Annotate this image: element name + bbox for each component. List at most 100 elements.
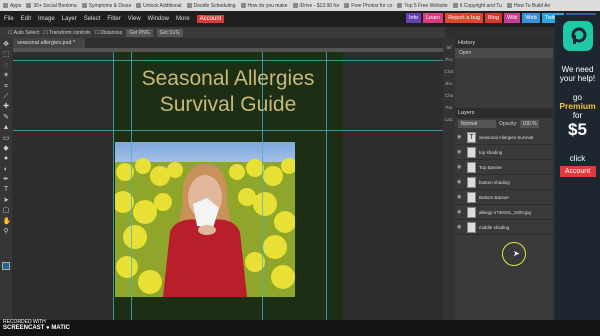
paragraph-panel-toggle[interactable]: Par xyxy=(443,105,455,110)
social-link-web[interactable]: Web xyxy=(522,13,540,23)
menu-view[interactable]: View xyxy=(128,16,141,22)
type-tool-icon[interactable]: T xyxy=(3,186,10,193)
hand-tool-icon[interactable]: ✋ xyxy=(3,218,12,225)
bookmark-item[interactable]: Apps xyxy=(3,3,21,9)
bookmark-item[interactable]: iDrive - $13.90 for xyxy=(292,3,339,9)
character-panel-toggle[interactable]: Cha xyxy=(443,93,455,98)
layer-comps-panel-toggle[interactable]: LaC xyxy=(443,117,455,122)
menu-filter[interactable]: Filter xyxy=(107,16,120,22)
bookmark-favicon-icon xyxy=(186,3,192,8)
layer-row[interactable]: ◉ Top Banner xyxy=(455,160,553,175)
brush-panel-toggle[interactable]: Bru xyxy=(443,81,455,86)
info-panel-toggle[interactable]: Inf xyxy=(443,45,455,50)
menu-account[interactable]: Account xyxy=(196,15,225,23)
eyedropper-tool-icon[interactable]: ⟋ xyxy=(3,93,10,100)
eraser-tool-icon[interactable]: ▭ xyxy=(3,135,10,142)
canvas-title-text: Seasonal Allergies Survival Guide xyxy=(113,66,343,118)
bookmark-item[interactable]: Unlock Additional xyxy=(136,3,182,9)
layer-thumbnail xyxy=(467,161,476,173)
layer-name: allergy-1738191_1920.jpg xyxy=(479,209,532,215)
layer-row[interactable]: ◉ allergy-1738191_1920.jpg xyxy=(455,205,553,220)
auto-select-checkbox[interactable]: ☐ Auto Select xyxy=(8,30,39,36)
eye-icon[interactable]: ◉ xyxy=(457,194,464,200)
social-link-report-a-bug[interactable]: Report a bug xyxy=(445,13,484,23)
document-tab-label: seasonal allergies.psd * xyxy=(17,40,76,46)
eye-icon[interactable]: ◉ xyxy=(457,164,464,170)
guide-line xyxy=(262,52,263,334)
bookmark-item[interactable]: How do you make xyxy=(240,3,288,9)
eye-icon[interactable]: ◉ xyxy=(457,134,464,140)
crop-tool-icon[interactable]: ⌗ xyxy=(3,83,10,90)
layer-row[interactable]: ◉ Bottom Banner xyxy=(455,190,553,205)
ad-click-text: click xyxy=(569,154,586,163)
opacity-input[interactable]: 100 % xyxy=(520,120,539,128)
ad-account-button[interactable]: Account xyxy=(559,166,596,177)
layer-thumbnail xyxy=(467,206,476,218)
opacity-label: Opacity: xyxy=(499,121,518,127)
ad-price: $5 xyxy=(568,120,587,139)
foreground-color-swatch[interactable] xyxy=(2,262,10,270)
social-link-learn[interactable]: Learn xyxy=(423,13,444,23)
bookmark-item[interactable]: 30+ Social Bookma xyxy=(26,3,77,9)
layer-row[interactable]: ◉ bottom shading xyxy=(455,175,553,190)
menu-image[interactable]: Image xyxy=(38,16,55,22)
path-select-tool-icon[interactable]: ➤ xyxy=(3,197,10,204)
ad-premium-text: Premium xyxy=(559,101,596,111)
history-panel-header[interactable]: History xyxy=(455,38,553,48)
brush-tool-icon[interactable]: ✎ xyxy=(3,114,10,121)
bookmark-item[interactable]: Free Photos for co xyxy=(344,3,392,9)
blend-mode-select[interactable]: Normal xyxy=(458,120,496,128)
bucket-tool-icon[interactable]: ◆ xyxy=(3,145,10,152)
shape-tool-icon[interactable]: ▢ xyxy=(3,207,10,214)
bookmark-item[interactable]: 6 Copyright and Tu xyxy=(452,3,502,9)
bookmark-item[interactable]: Doodle Scheduling xyxy=(186,2,236,9)
zoom-tool-icon[interactable]: ⚲ xyxy=(3,228,10,235)
eye-icon[interactable]: ◉ xyxy=(457,209,464,215)
eye-icon[interactable]: ◉ xyxy=(457,224,464,230)
menu-file[interactable]: File xyxy=(4,16,14,22)
css-panel-toggle[interactable]: CSS xyxy=(443,69,455,74)
dodge-tool-icon[interactable]: ◐ xyxy=(3,166,10,173)
get-png-button[interactable]: Get PNG xyxy=(126,28,153,37)
menu-edit[interactable]: Edit xyxy=(21,16,31,22)
premium-ad[interactable]: We need your help! go Premium for $5 cli… xyxy=(555,15,600,320)
eye-icon[interactable]: ◉ xyxy=(457,149,464,155)
move-tool-icon[interactable]: ✥ xyxy=(3,41,10,48)
bookmark-item[interactable]: How To Build An xyxy=(506,3,550,9)
stamp-tool-icon[interactable]: ▲ xyxy=(3,124,10,131)
document-tab[interactable]: seasonal allergies.psd * xyxy=(13,38,85,48)
menu-more[interactable]: More xyxy=(176,16,190,22)
layer-row[interactable]: ◉ top shading xyxy=(455,145,553,160)
transform-controls-label: Transform controls xyxy=(48,29,91,36)
bookmark-label: Doodle Scheduling xyxy=(193,2,236,9)
bookmarks-bar: Apps 30+ Social Bookma Symptoms & Disea Unl… xyxy=(0,0,600,11)
social-link-info[interactable]: Info xyxy=(405,13,422,23)
menu-window[interactable]: Window xyxy=(148,16,169,22)
layer-row[interactable]: ◉ T Seasonal Allergies Survival xyxy=(455,130,553,145)
right-panels: History Open Layers Normal Opacity: 100 … xyxy=(455,38,553,336)
guide-line xyxy=(13,130,445,131)
properties-panel-toggle[interactable]: Pro xyxy=(443,57,455,62)
bookmark-item[interactable]: Top 5 Free Website xyxy=(397,3,448,9)
photopea-logo xyxy=(562,21,593,51)
transform-controls-checkbox[interactable]: ☐ Transform controls xyxy=(43,30,90,36)
bookmark-favicon-icon xyxy=(506,3,512,8)
menu-select[interactable]: Select xyxy=(84,16,101,22)
menu-layer[interactable]: Layer xyxy=(62,16,77,22)
distances-checkbox[interactable]: ☐ Distances xyxy=(94,30,122,36)
social-link-blog[interactable]: Blog xyxy=(485,13,503,23)
ad-for-text: for xyxy=(572,111,583,120)
lasso-tool-icon[interactable]: ◌ xyxy=(3,62,10,69)
history-item[interactable]: Open xyxy=(455,48,553,58)
marquee-tool-icon[interactable]: ⬚ xyxy=(3,51,10,58)
layer-row[interactable]: ◉ middle shading xyxy=(455,220,553,235)
get-svg-button[interactable]: Get SVG xyxy=(156,28,183,37)
bookmark-item[interactable]: Symptoms & Disea xyxy=(81,3,131,9)
social-link-wiki[interactable]: Wiki xyxy=(504,13,521,23)
layers-panel-header[interactable]: Layers xyxy=(455,108,553,118)
heal-tool-icon[interactable]: ✚ xyxy=(3,103,10,110)
wand-tool-icon[interactable]: ✶ xyxy=(3,72,10,79)
eye-icon[interactable]: ◉ xyxy=(457,179,464,185)
pen-tool-icon[interactable]: ✒ xyxy=(3,176,10,183)
blur-tool-icon[interactable]: ● xyxy=(3,155,10,162)
